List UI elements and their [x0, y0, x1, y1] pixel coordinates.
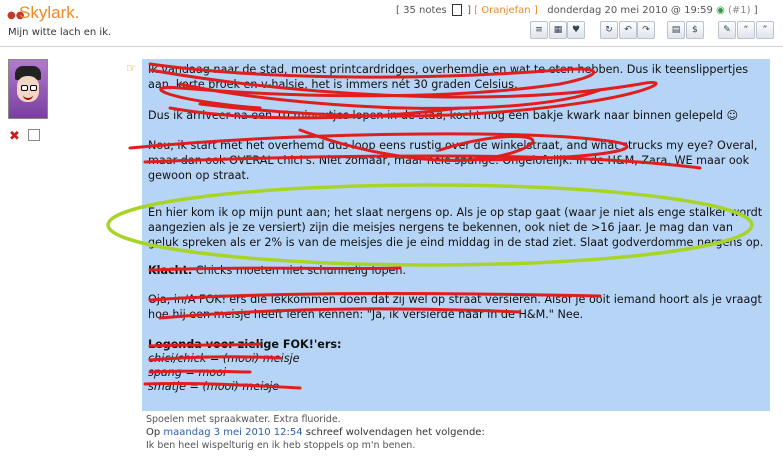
paragraph-2: Dus ik arriveer na een 10 minuutjes lope…	[148, 109, 739, 122]
signature: Spoelen met spraakwater. Extra fluoride.	[146, 414, 341, 425]
heart-icon[interactable]: ♥	[567, 21, 585, 39]
paragraph-6: Oja, in/A FOK!'ers die lekkommen doen da…	[148, 293, 762, 321]
redo-icon[interactable]: ↷	[637, 21, 655, 39]
quote-date-link[interactable]: maandag 3 mei 2010 12:54	[163, 427, 302, 438]
meta-bracket-end: ]	[753, 5, 758, 16]
avatar[interactable]	[8, 59, 48, 119]
page-subtitle: Mijn witte lach en ik.	[8, 27, 112, 38]
document-icon[interactable]: ▤	[667, 21, 685, 39]
legend-item: spang = mooi	[148, 366, 227, 379]
page-title[interactable]: Skylark.	[19, 3, 79, 23]
delete-icon[interactable]: ✖	[9, 129, 20, 144]
post-number[interactable]: (#1)	[728, 5, 751, 16]
post-header: ●● Skylark. Mijn witte lach en ik. [ 35 …	[0, 0, 783, 46]
eye-icon[interactable]: ◉	[716, 5, 725, 16]
notes-count[interactable]: [ 35 notes	[396, 5, 447, 16]
post-datetime: donderdag 20 mei 2010 @ 19:59	[547, 5, 713, 16]
quote-icon[interactable]: “	[737, 21, 755, 39]
quote-text: Ik ben heel wispelturig en ik heb stoppe…	[146, 440, 416, 451]
post-meta: [ 35 notes ] [ Oranjefan ] donderdag 20 …	[396, 4, 758, 16]
note-icon[interactable]	[451, 4, 462, 16]
reply-icon[interactable]: ✎	[718, 21, 736, 39]
meta-bracket: ]	[467, 5, 472, 16]
paragraph-1: Ik vandaag naar de stad, moest printcard…	[148, 63, 749, 91]
legend-item: smatje = (mooi) meisje	[148, 380, 280, 393]
money-icon[interactable]: $	[686, 21, 704, 39]
legend-item: chici/chick = (mooi) meisje	[148, 352, 300, 365]
username-link[interactable]: [ Oranjefan ]	[474, 5, 538, 16]
refresh-icon[interactable]: ↻	[600, 21, 618, 39]
thumbs-up-icon[interactable]: ☞	[126, 61, 137, 75]
post-body: Ik vandaag naar de stad, moest printcard…	[142, 59, 770, 411]
legend-title: Legenda voor zielige FOK!'ers:	[148, 338, 342, 351]
select-checkbox[interactable]	[28, 129, 40, 141]
multiquote-icon[interactable]: ”	[756, 21, 774, 39]
list-icon[interactable]: ≡	[530, 21, 548, 39]
smiley-icon: ☺	[726, 109, 739, 122]
paragraph-4: En hier kom ik op mijn punt aan; het sla…	[148, 206, 764, 249]
quote-header: Op maandag 3 mei 2010 12:54 schreef wolv…	[146, 427, 485, 438]
paragraph-5: Klacht. Chicks moeten niet schunnelig lo…	[148, 264, 407, 277]
undo-icon[interactable]: ↶	[619, 21, 637, 39]
windows-icon[interactable]: ▦	[549, 21, 567, 39]
paragraph-3: Nou, ik start met het overhemd dus loop …	[148, 139, 758, 182]
